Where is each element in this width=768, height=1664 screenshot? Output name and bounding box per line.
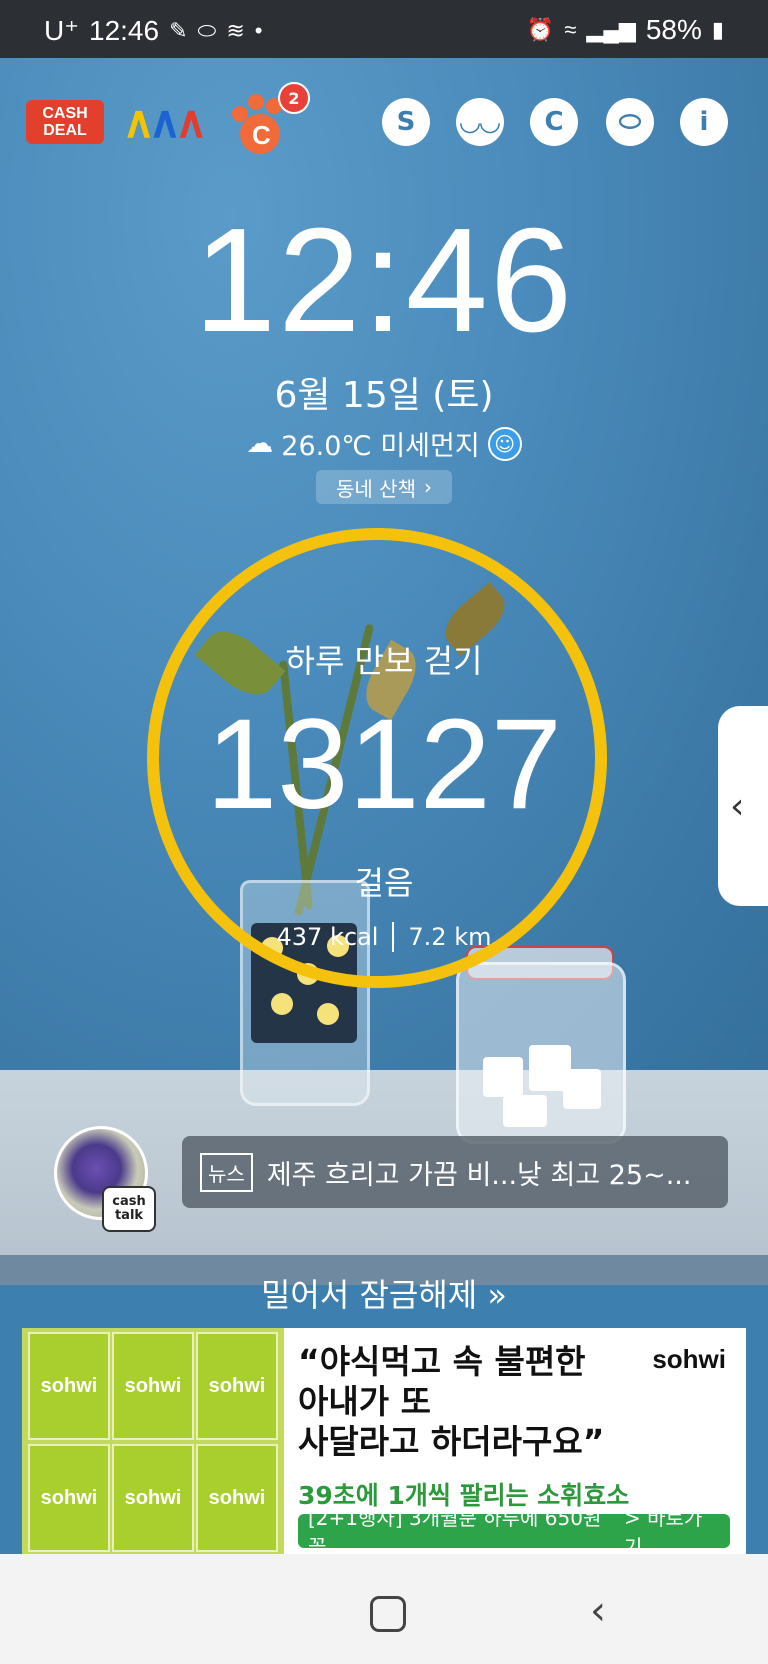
cashtalk-label-2: talk	[114, 1208, 144, 1223]
stats-divider	[392, 922, 395, 952]
ad-brand: sohwi	[652, 1344, 726, 1374]
notification-badge: 2	[278, 82, 310, 114]
shortcut-icons-row: CASH DEAL ∧ ∧ ∧ C 2 S ◡◡ C ⬭ i	[26, 82, 742, 162]
alarm-icon: ⏰	[526, 17, 555, 42]
ad-headline-line-1: “야식먹고 속 불편한	[298, 1342, 586, 1381]
product-box: sohwi	[196, 1444, 278, 1552]
product-box: sohwi	[112, 1332, 194, 1440]
pill-notification-icon: ⬭	[197, 17, 217, 43]
flower-pattern	[271, 993, 293, 1015]
sugar-cube	[483, 1057, 523, 1097]
product-box: sohwi	[196, 1332, 278, 1440]
status-bar: U⁺ 12:46 ✎ ⬭ ≋ • ⏰ ≈ ▂▄▆ 58% ▮	[0, 0, 768, 58]
ad-headline-line-3: 사달라고 하더라구요”	[298, 1422, 605, 1461]
sugar-jar	[456, 962, 626, 1144]
double-chevron-right-icon: »	[487, 1276, 507, 1314]
step-unit: 걸음	[354, 864, 414, 902]
product-box: sohwi	[28, 1332, 110, 1440]
cloud-icon: ☁	[246, 428, 274, 459]
calories-value: 437 kcal	[276, 923, 379, 951]
status-time: 12:46	[89, 14, 160, 46]
smiley-icon: ☺	[487, 426, 522, 461]
back-button[interactable]: ‹	[590, 1588, 606, 1634]
ad-cta-link: > 바로가기	[623, 1506, 703, 1558]
product-box: sohwi	[112, 1444, 194, 1552]
pen-notification-icon: ✎	[169, 17, 188, 43]
walk-button-label: 동네 산책	[336, 476, 416, 501]
signal-icon: ▂▄▆	[586, 17, 636, 42]
neighborhood-walk-button[interactable]: 동네 산책 ›	[316, 470, 452, 504]
info-heart-app-icon[interactable]: i	[680, 98, 728, 146]
news-tag: 뉴스	[200, 1152, 253, 1192]
chevron-right-icon: ›	[423, 475, 432, 499]
step-widget-title: 하루 만보 걷기	[285, 642, 483, 680]
navigation-bar: ‹	[0, 1554, 768, 1664]
ad-headline-line-2: 아내가 또	[298, 1382, 431, 1421]
unlock-hint[interactable]: 밀어서 잠금해제 »	[0, 1270, 768, 1316]
paw-cash-app-icon[interactable]: C 2	[226, 82, 310, 158]
more-dot-icon: •	[254, 17, 263, 43]
ad-banner[interactable]: sohwi sohwi sohwi sohwi sohwi sohwi sohw…	[22, 1328, 746, 1558]
unlock-hint-label: 밀어서 잠금해제	[260, 1276, 478, 1314]
cashdeal-label-2: DEAL	[43, 122, 87, 139]
colorful-m-app-icon[interactable]: ∧ ∧ ∧	[121, 96, 208, 148]
flower-pattern	[317, 1003, 339, 1025]
battery-icon: ▮	[711, 17, 724, 42]
cashtalk-label-1: cash	[112, 1194, 146, 1209]
news-ticker[interactable]: 뉴스 제주 흐리고 가끔 비...낮 최고 25~...	[182, 1136, 728, 1208]
coin-app-icon[interactable]: C	[530, 98, 578, 146]
wifi-icon: ≈	[564, 17, 577, 42]
ad-product-image: sohwi sohwi sohwi sohwi sohwi sohwi	[22, 1328, 284, 1558]
weather-text: 26.0℃ 미세먼지	[281, 431, 480, 462]
lockscreen-clock: 12:46	[193, 198, 575, 363]
ad-cta-button[interactable]: [2+1행사] 3개월분 하루에 650원 꼴 > 바로가기	[298, 1506, 730, 1558]
lockscreen-date: 6월 15일 (토)	[274, 375, 494, 416]
svg-text:C: C	[252, 120, 271, 150]
distance-value: 7.2 km	[408, 923, 492, 951]
app-notification-icon: ≋	[226, 17, 245, 43]
product-box: sohwi	[28, 1444, 110, 1552]
chevron-left-icon: ‹	[730, 785, 745, 827]
step-count: 13127	[206, 693, 562, 836]
step-stats: 437 kcal 7.2 km	[0, 922, 768, 952]
cashdeal-label-1: CASH	[42, 105, 88, 122]
ad-cta-text: [2+1행사] 3개월분 하루에 650원 꼴	[308, 1506, 602, 1558]
cashtalk-logo: cash talk	[102, 1186, 156, 1232]
cashdeal-app-icon[interactable]: CASH DEAL	[26, 100, 104, 144]
sugar-cube	[503, 1095, 547, 1127]
weather-row: ☁ 26.0℃ 미세먼지 ☺	[0, 424, 768, 463]
sugar-cube	[563, 1069, 601, 1109]
pill-app-icon[interactable]: ⬭	[606, 98, 654, 146]
home-button[interactable]	[370, 1596, 406, 1632]
face-app-icon[interactable]: ◡◡	[456, 98, 504, 146]
news-headline: 제주 흐리고 가끔 비...낮 최고 25~...	[266, 1159, 692, 1191]
edge-panel-handle[interactable]: ‹	[718, 706, 768, 906]
carrier-label: U⁺	[44, 15, 79, 46]
s-app-icon[interactable]: S	[382, 98, 430, 146]
ad-headline: “야식먹고 속 불편한 아내가 또 사달라고 하더라구요”	[298, 1342, 628, 1462]
battery-percent: 58%	[645, 14, 702, 45]
